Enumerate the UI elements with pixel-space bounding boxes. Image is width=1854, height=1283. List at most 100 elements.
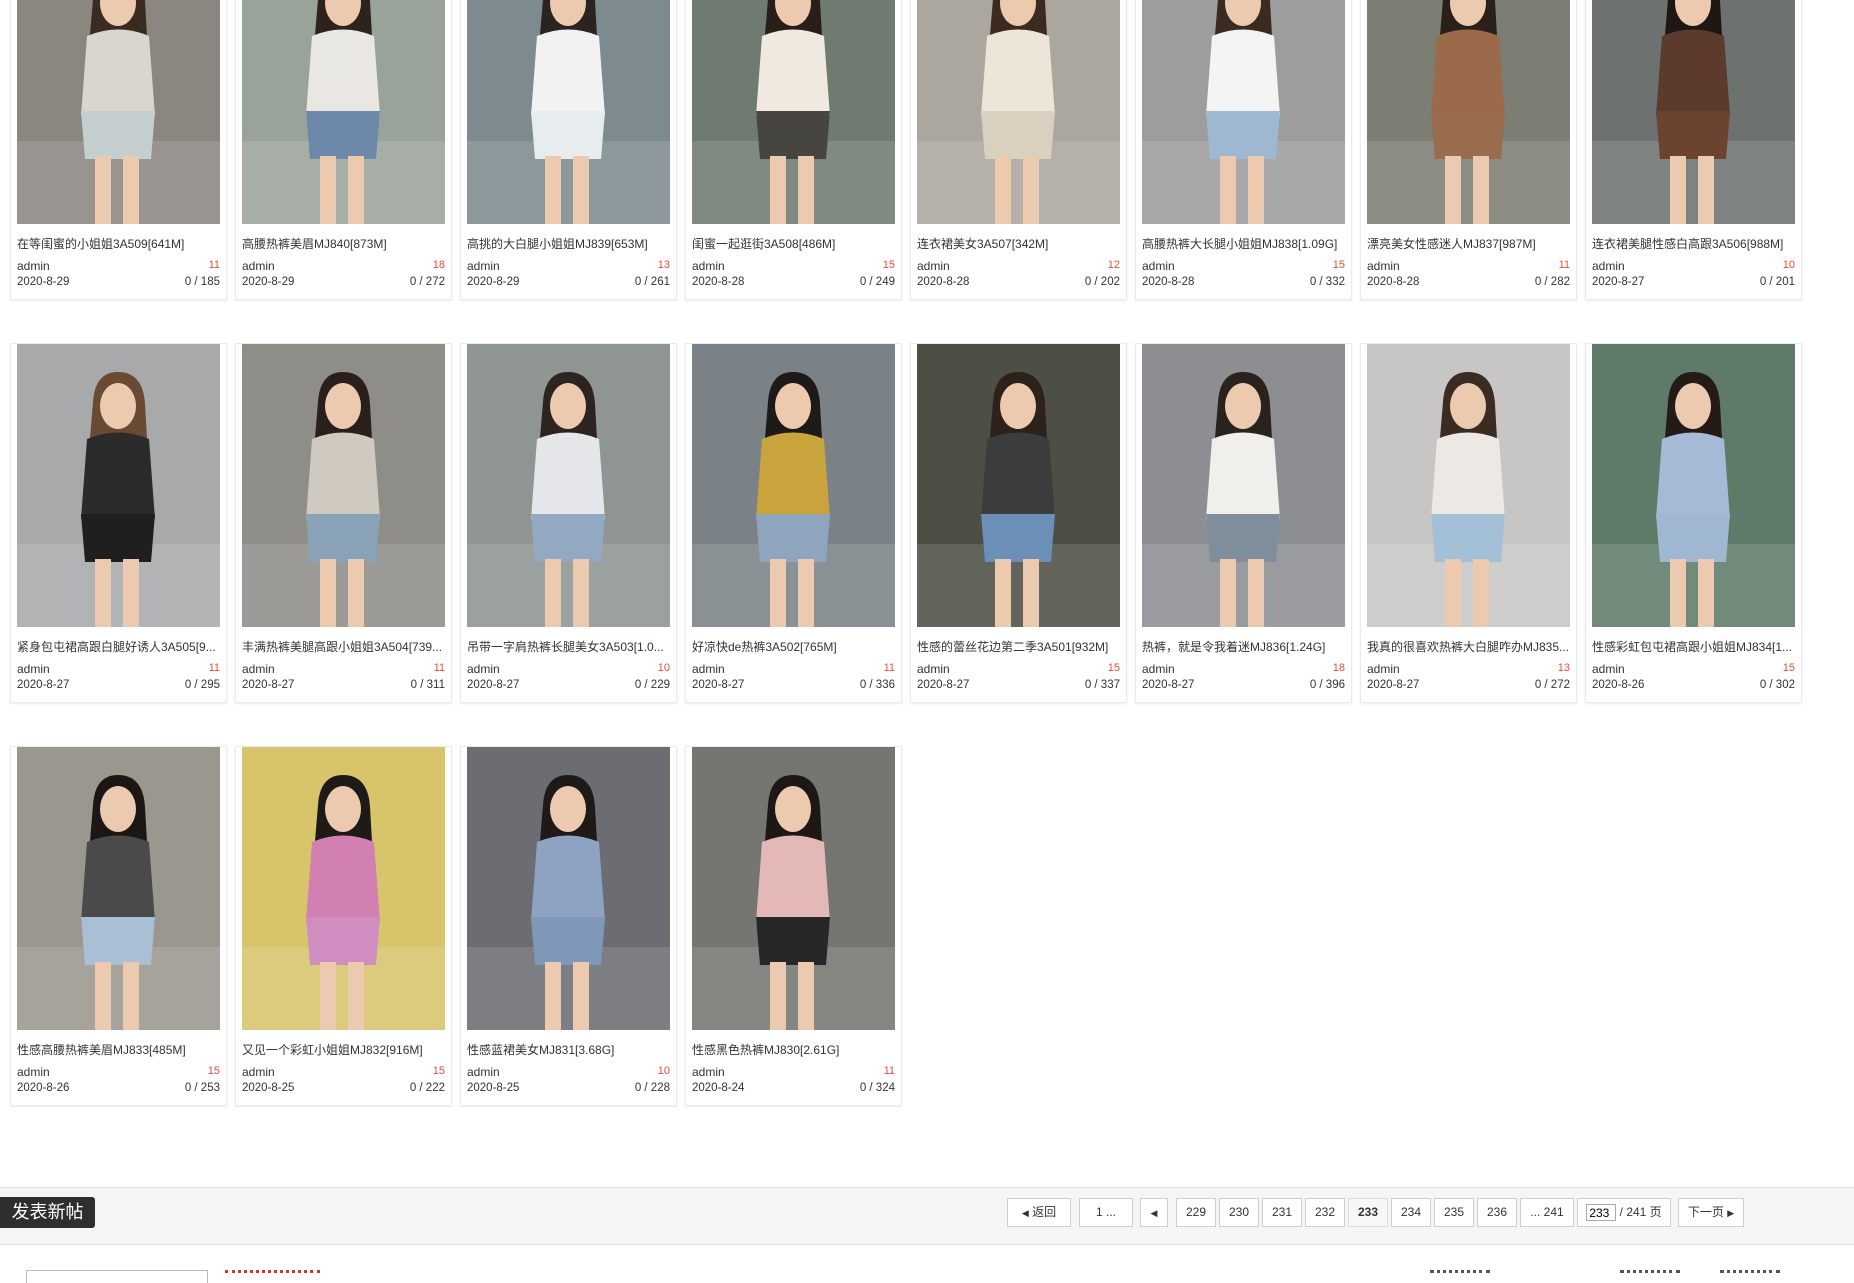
page-jump-input[interactable] <box>1586 1204 1617 1222</box>
page-last-button[interactable]: ... 241 <box>1520 1198 1574 1227</box>
thread-title[interactable]: 热裤，就是令我着迷MJ836[1.24G] <box>1142 638 1347 655</box>
thread-card[interactable]: 性感黑色热裤MJ830[2.61G] admin 11 2020-8-24 0 / 32… <box>685 746 902 1106</box>
thread-card[interactable]: 闺蜜一起逛街3A508[486M] admin 15 2020-8-28 0 / 249 <box>685 0 902 300</box>
thread-card[interactable]: 好凉快de热裤3A502[765M] admin 11 2020-8-27 0 / 33… <box>685 343 902 703</box>
page-231-button[interactable]: 231 <box>1262 1198 1302 1227</box>
thread-meta: admin 18 <box>1142 662 1345 678</box>
thread-title[interactable]: 在等闺蜜的小姐姐3A509[641M] <box>17 235 222 252</box>
thread-thumbnail[interactable] <box>692 344 895 627</box>
thread-card[interactable]: 性感高腰热裤美眉MJ833[485M] admin 15 2020-8-26 0 / 2… <box>10 746 227 1106</box>
thread-thumbnail[interactable] <box>17 747 220 1030</box>
author-name[interactable]: admin <box>467 662 500 676</box>
thread-card[interactable]: 紧身包屯裙高跟白腿好诱人3A505[9... admin 11 2020-8-27 0 … <box>10 343 227 703</box>
thread-thumbnail[interactable] <box>467 0 670 224</box>
author-name[interactable]: admin <box>1142 259 1175 273</box>
page-236-button[interactable]: 236 <box>1477 1198 1517 1227</box>
thread-card[interactable]: 又见一个彩虹小姐姐MJ832[916M] admin 15 2020-8-25 0 / … <box>235 746 452 1106</box>
prev-page-button[interactable]: ◀ <box>1140 1198 1168 1227</box>
footer-link-1[interactable] <box>1430 1270 1490 1280</box>
thread-card[interactable]: 热裤，就是令我着迷MJ836[1.24G] admin 18 2020-8-27 0 /… <box>1135 343 1352 703</box>
thread-title[interactable]: 紧身包屯裙高跟白腿好诱人3A505[9... <box>17 638 222 655</box>
author-name[interactable]: admin <box>692 259 725 273</box>
author-name[interactable]: admin <box>242 1065 275 1079</box>
author-name[interactable]: admin <box>17 662 50 676</box>
author-name[interactable]: admin <box>1367 259 1400 273</box>
thread-thumbnail[interactable] <box>1367 344 1570 627</box>
thread-title[interactable]: 连衣裙美女3A507[342M] <box>917 235 1122 252</box>
author-name[interactable]: admin <box>692 1065 725 1079</box>
footer-link-3[interactable] <box>1720 1270 1780 1280</box>
author-name[interactable]: admin <box>917 662 950 676</box>
author-name[interactable]: admin <box>692 662 725 676</box>
thread-card[interactable]: 在等闺蜜的小姐姐3A509[641M] admin 11 2020-8-29 0 / 1… <box>10 0 227 300</box>
next-page-button[interactable]: 下一页 ▶ <box>1678 1198 1744 1227</box>
thread-thumbnail[interactable] <box>467 747 670 1030</box>
thread-title[interactable]: 丰满热裤美腿高跟小姐姐3A504[739... <box>242 638 447 655</box>
thread-thumbnail[interactable] <box>1592 344 1795 627</box>
thread-thumbnail[interactable] <box>1592 0 1795 224</box>
thread-title[interactable]: 性感黑色热裤MJ830[2.61G] <box>692 1041 897 1058</box>
thread-card[interactable]: 连衣裙美腿性感白高跟3A506[988M] admin 10 2020-8-27 0 /… <box>1585 0 1802 300</box>
thread-card[interactable]: 高挑的大白腿小姐姐MJ839[653M] admin 13 2020-8-29 0 / … <box>460 0 677 300</box>
thread-title[interactable]: 性感彩虹包屯裙高跟小姐姐MJ834[1... <box>1592 638 1797 655</box>
thread-card[interactable]: 高腰热裤大长腿小姐姐MJ838[1.09G] admin 15 2020-8-28 0 … <box>1135 0 1352 300</box>
footer-red-link[interactable] <box>225 1270 320 1277</box>
thread-title[interactable]: 吊带一字肩热裤长腿美女3A503[1.0... <box>467 638 672 655</box>
author-name[interactable]: admin <box>1142 662 1175 676</box>
thread-title[interactable]: 高腰热裤大长腿小姐姐MJ838[1.09G] <box>1142 235 1347 252</box>
thread-title[interactable]: 高腰热裤美眉MJ840[873M] <box>242 235 447 252</box>
thread-thumbnail[interactable] <box>692 0 895 224</box>
back-button[interactable]: ◀ 返回 <box>1007 1198 1071 1227</box>
thread-card[interactable]: 漂亮美女性感迷人MJ837[987M] admin 11 2020-8-28 0 / 2… <box>1360 0 1577 300</box>
thread-card[interactable]: 性感彩虹包屯裙高跟小姐姐MJ834[1... admin 15 2020-8-26 0 … <box>1585 343 1802 703</box>
page-235-button[interactable]: 235 <box>1434 1198 1474 1227</box>
thread-title[interactable]: 性感高腰热裤美眉MJ833[485M] <box>17 1041 222 1058</box>
thread-card[interactable]: 我真的很喜欢热裤大白腿咋办MJ835... admin 13 2020-8-27 0 /… <box>1360 343 1577 703</box>
thread-card[interactable]: 性感的蕾丝花边第二季3A501[932M] admin 15 2020-8-27 0 /… <box>910 343 1127 703</box>
new-post-button[interactable]: 发表新帖 <box>0 1197 95 1228</box>
thread-thumbnail[interactable] <box>467 344 670 627</box>
page-232-button[interactable]: 232 <box>1305 1198 1345 1227</box>
page-230-button[interactable]: 230 <box>1219 1198 1259 1227</box>
thread-thumbnail[interactable] <box>17 0 220 224</box>
author-name[interactable]: admin <box>242 662 275 676</box>
thread-thumbnail[interactable] <box>242 747 445 1030</box>
footer-link-2[interactable] <box>1620 1270 1680 1280</box>
thread-card[interactable]: 性感蓝裙美女MJ831[3.68G] admin 10 2020-8-25 0 / 22… <box>460 746 677 1106</box>
author-name[interactable]: admin <box>242 259 275 273</box>
page-first-button[interactable]: 1 ... <box>1079 1198 1133 1227</box>
thread-thumbnail[interactable] <box>692 747 895 1030</box>
thread-thumbnail[interactable] <box>17 344 220 627</box>
page-234-button[interactable]: 234 <box>1391 1198 1431 1227</box>
author-name[interactable]: admin <box>917 259 950 273</box>
thread-title[interactable]: 高挑的大白腿小姐姐MJ839[653M] <box>467 235 672 252</box>
thread-title[interactable]: 性感的蕾丝花边第二季3A501[932M] <box>917 638 1122 655</box>
thread-title[interactable]: 性感蓝裙美女MJ831[3.68G] <box>467 1041 672 1058</box>
thread-card[interactable]: 高腰热裤美眉MJ840[873M] admin 18 2020-8-29 0 / 272 <box>235 0 452 300</box>
thread-thumbnail[interactable] <box>917 0 1120 224</box>
thread-thumbnail[interactable] <box>242 0 445 224</box>
thread-title[interactable]: 闺蜜一起逛街3A508[486M] <box>692 235 897 252</box>
thread-thumbnail[interactable] <box>1142 0 1345 224</box>
thread-title[interactable]: 连衣裙美腿性感白高跟3A506[988M] <box>1592 235 1797 252</box>
thread-thumbnail[interactable] <box>917 344 1120 627</box>
page-229-button[interactable]: 229 <box>1176 1198 1216 1227</box>
thread-title[interactable]: 我真的很喜欢热裤大白腿咋办MJ835... <box>1367 638 1572 655</box>
reply-count: 10 <box>657 662 670 674</box>
thread-title[interactable]: 好凉快de热裤3A502[765M] <box>692 638 897 655</box>
author-name[interactable]: admin <box>17 259 50 273</box>
thread-card[interactable]: 连衣裙美女3A507[342M] admin 12 2020-8-28 0 / 202 <box>910 0 1127 300</box>
thread-card[interactable]: 丰满热裤美腿高跟小姐姐3A504[739... admin 11 2020-8-27 0… <box>235 343 452 703</box>
thread-title[interactable]: 漂亮美女性感迷人MJ837[987M] <box>1367 235 1572 252</box>
thread-thumbnail[interactable] <box>1142 344 1345 627</box>
thread-thumbnail[interactable] <box>1367 0 1570 224</box>
author-name[interactable]: admin <box>467 1065 500 1079</box>
author-name[interactable]: admin <box>1592 259 1625 273</box>
author-name[interactable]: admin <box>1592 662 1625 676</box>
author-name[interactable]: admin <box>467 259 500 273</box>
thread-title[interactable]: 又见一个彩虹小姐姐MJ832[916M] <box>242 1041 447 1058</box>
thread-card[interactable]: 吊带一字肩热裤长腿美女3A503[1.0... admin 10 2020-8-27 0… <box>460 343 677 703</box>
author-name[interactable]: admin <box>17 1065 50 1079</box>
author-name[interactable]: admin <box>1367 662 1400 676</box>
thread-thumbnail[interactable] <box>242 344 445 627</box>
